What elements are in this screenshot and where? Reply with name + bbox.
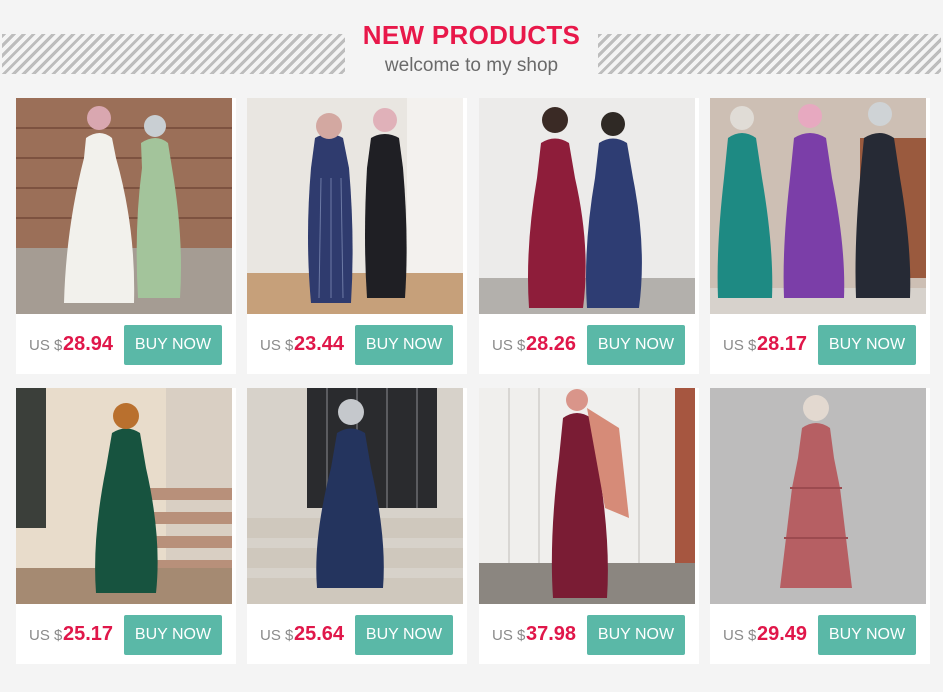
price-value: 23.44	[294, 333, 345, 355]
buy-now-button[interactable]: BUY NOW	[587, 325, 685, 365]
price-row: US $ 37.98 BUY NOW	[479, 613, 699, 657]
price-row: US $ 25.17 BUY NOW	[16, 613, 236, 657]
price-row: US $ 25.64 BUY NOW	[247, 613, 467, 657]
price-row: US $ 28.17 BUY NOW	[710, 323, 930, 367]
price-value: 28.26	[526, 333, 577, 355]
currency-label: US $	[723, 627, 757, 644]
currency-label: US $	[723, 337, 757, 354]
buy-now-button[interactable]: BUY NOW	[818, 615, 916, 655]
product-image[interactable]	[479, 98, 695, 314]
currency-label: US $	[29, 627, 63, 644]
currency-label: US $	[29, 337, 63, 354]
title-box: NEW PRODUCTS welcome to my shop	[345, 12, 598, 88]
product-image[interactable]	[710, 388, 926, 604]
decorative-stripes-left	[2, 34, 345, 74]
product-card[interactable]: US $ 23.44 BUY NOW	[247, 98, 467, 374]
product-image[interactable]	[247, 388, 463, 604]
currency-label: US $	[492, 627, 526, 644]
product-image[interactable]	[16, 388, 232, 604]
product-image[interactable]	[16, 98, 232, 314]
product-image[interactable]	[710, 98, 926, 314]
product-card[interactable]: US $ 28.26 BUY NOW	[479, 98, 699, 374]
decorative-stripes-right	[598, 34, 941, 74]
price-value: 25.17	[63, 623, 114, 645]
price-row: US $ 23.44 BUY NOW	[247, 323, 467, 367]
product-card[interactable]: US $ 25.64 BUY NOW	[247, 388, 467, 664]
price-value: 25.64	[294, 623, 345, 645]
price-value: 37.98	[526, 623, 577, 645]
product-card[interactable]: US $ 29.49 BUY NOW	[710, 388, 930, 664]
price-row: US $ 28.94 BUY NOW	[16, 323, 236, 367]
currency-label: US $	[260, 337, 294, 354]
product-card[interactable]: US $ 28.94 BUY NOW	[16, 98, 236, 374]
product-image[interactable]	[247, 98, 463, 314]
product-card[interactable]: US $ 25.17 BUY NOW	[16, 388, 236, 664]
buy-now-button[interactable]: BUY NOW	[124, 615, 222, 655]
buy-now-button[interactable]: BUY NOW	[355, 325, 453, 365]
product-card[interactable]: US $ 28.17 BUY NOW	[710, 98, 930, 374]
price-row: US $ 28.26 BUY NOW	[479, 323, 699, 367]
price-value: 28.17	[757, 333, 808, 355]
buy-now-button[interactable]: BUY NOW	[124, 325, 222, 365]
buy-now-button[interactable]: BUY NOW	[355, 615, 453, 655]
buy-now-button[interactable]: BUY NOW	[818, 325, 916, 365]
section-subtitle: welcome to my shop	[384, 55, 559, 76]
price-value: 29.49	[757, 623, 808, 645]
currency-label: US $	[492, 337, 526, 354]
buy-now-button[interactable]: BUY NOW	[587, 615, 685, 655]
price-row: US $ 29.49 BUY NOW	[710, 613, 930, 657]
product-image[interactable]	[479, 388, 695, 604]
currency-label: US $	[260, 627, 294, 644]
product-card[interactable]: US $ 37.98 BUY NOW	[479, 388, 699, 664]
section-title: NEW PRODUCTS	[362, 20, 581, 50]
section-header: NEW PRODUCTS welcome to my shop	[0, 0, 943, 96]
price-value: 28.94	[63, 333, 114, 355]
